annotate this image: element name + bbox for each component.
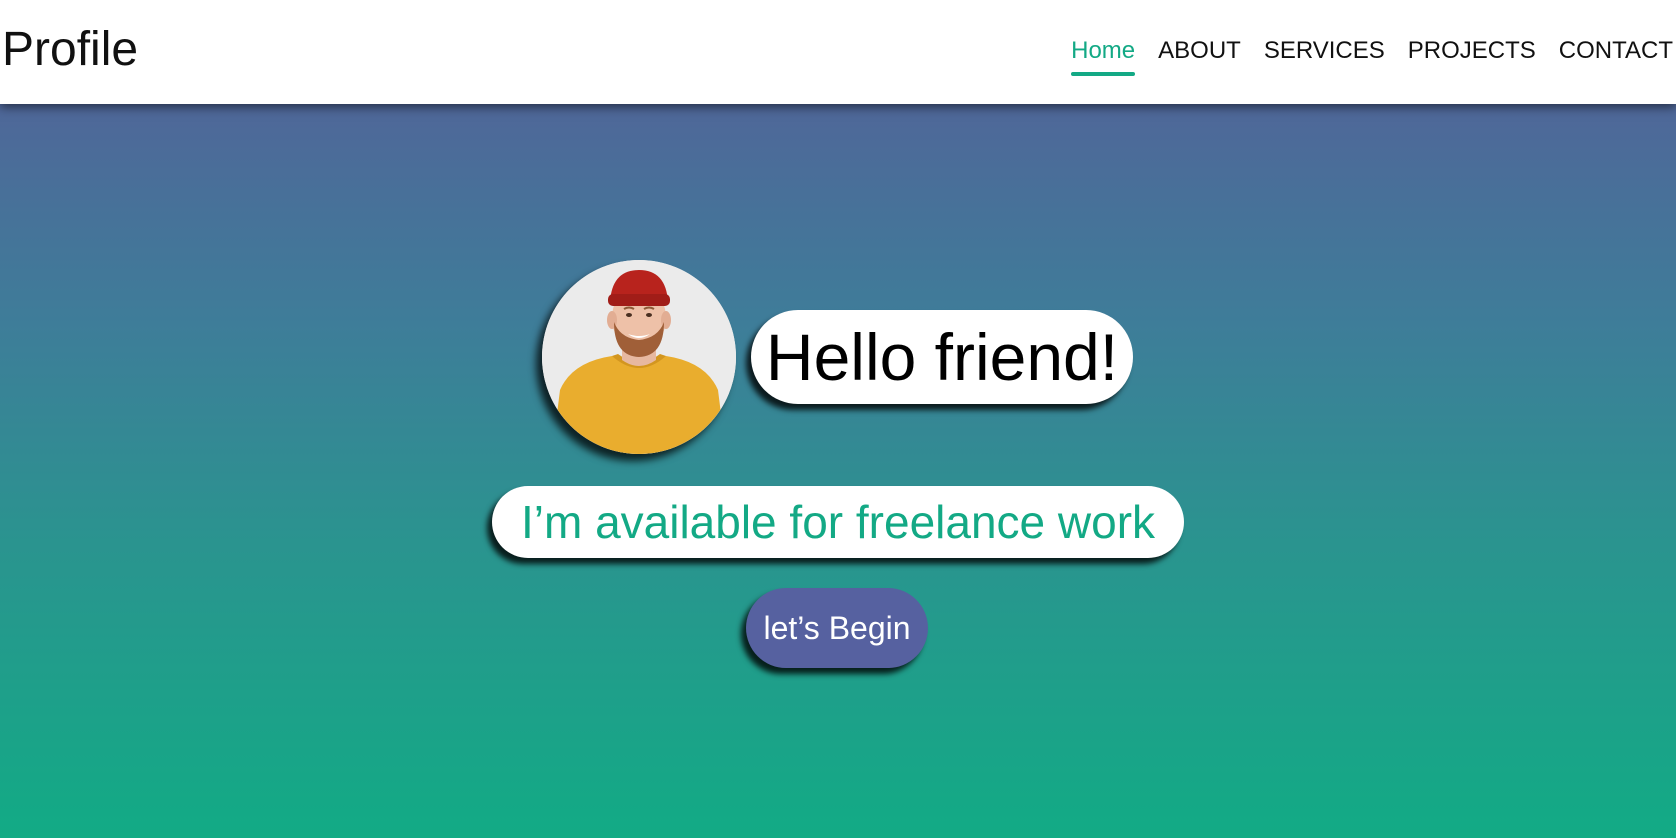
hero-section: Hello friend! I’m available for freelanc… [0,104,1676,838]
nav-link-home[interactable]: Home [1071,36,1136,76]
nav-link-contact[interactable]: CONTACT [1559,36,1673,72]
top-navbar: Profile Home ABOUT SERVICES PROJECTS CON… [0,0,1676,104]
nav-link-about[interactable]: ABOUT [1158,36,1241,72]
availability-tagline: I’m available for freelance work [492,486,1184,558]
profile-avatar [542,260,736,454]
nav-menu: Home ABOUT SERVICES PROJECTS CONTACT [1071,36,1673,76]
brand-title[interactable]: Profile [2,22,138,78]
nav-link-services[interactable]: SERVICES [1264,36,1385,72]
greeting-heading: Hello friend! [751,310,1133,404]
nav-link-projects[interactable]: PROJECTS [1408,36,1536,72]
lets-begin-button[interactable]: let’s Begin [746,588,928,668]
